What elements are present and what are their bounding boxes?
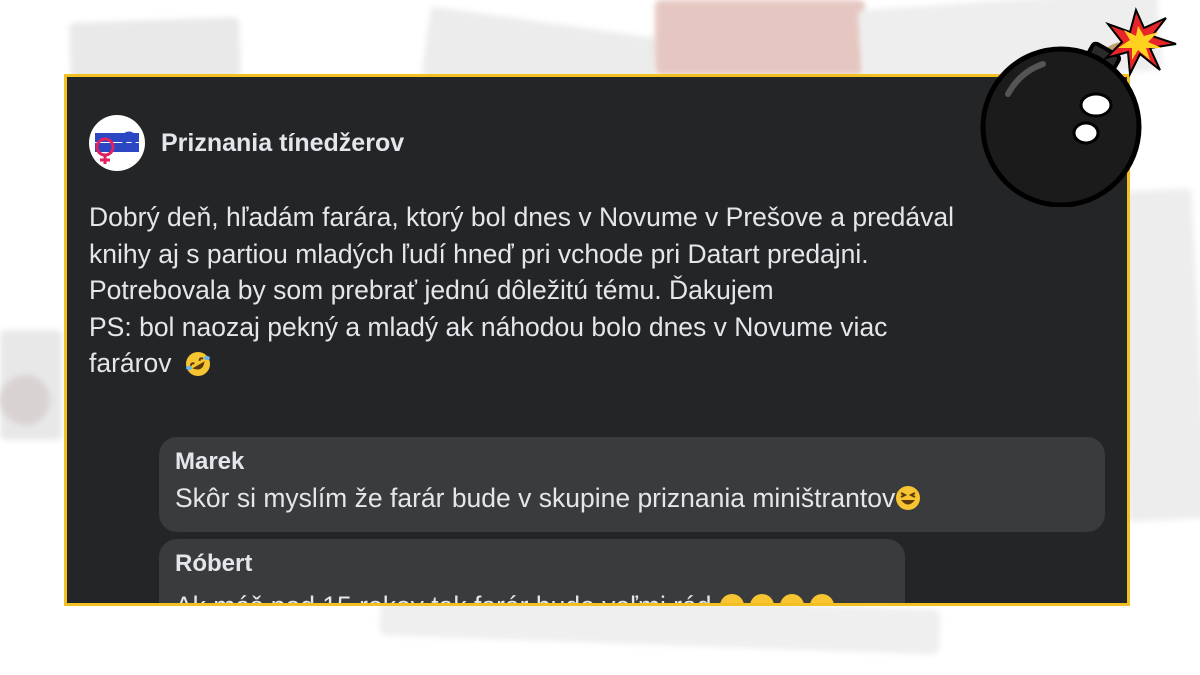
post-line: PS: bol naozaj pekný a mladý ak náhodou … <box>89 311 888 342</box>
comment-text: Ak máš pod 15 rokov tak farár bude veľmi… <box>175 591 712 606</box>
post-line: Potrebovala by som prebrať jednú dôležit… <box>89 275 774 305</box>
post-line-last: farárov <box>89 345 1119 387</box>
post-line: farárov <box>89 348 172 378</box>
bomb-icon <box>980 7 1177 207</box>
tears-of-joy-emoji-icon <box>719 591 839 603</box>
grinning-squinting-emoji-icon <box>895 483 921 521</box>
comment-text-row: Skôr si myslím že farár bude v skupine p… <box>175 479 1089 521</box>
group-avatar[interactable] <box>89 115 145 171</box>
post-body: Dobrý deň, hľadám farára, ktorý bol dnes… <box>89 199 1119 387</box>
post-line: Dobrý deň, hľadám farára, ktorý bol dnes… <box>89 202 954 232</box>
rolling-laughing-emoji-icon <box>185 350 211 387</box>
comment-author[interactable]: Marek <box>175 445 1089 479</box>
post-line: knihy aj s partiou mladých ľudí hneď pri… <box>89 238 869 269</box>
post-header: Priznania tínedžerov <box>89 115 404 171</box>
comment-bubble[interactable]: Róbert Ak máš pod 15 rokov tak farár bud… <box>159 539 905 606</box>
background-avatar-fragment <box>0 375 50 425</box>
comment-text: Skôr si myslím že farár bude v skupine p… <box>175 483 896 513</box>
background-photo-fragment <box>655 0 865 75</box>
post-card: Priznania tínedžerov Dobrý deň, hľadám f… <box>64 74 1130 606</box>
comment-bubble[interactable]: Marek Skôr si myslím že farár bude v sku… <box>159 437 1105 532</box>
comment-text-row: Ak máš pod 15 rokov tak farár bude veľmi… <box>175 587 889 606</box>
group-logo-icon <box>90 116 144 170</box>
comment-author[interactable]: Róbert <box>175 547 889 581</box>
group-name[interactable]: Priznania tínedžerov <box>161 129 404 158</box>
